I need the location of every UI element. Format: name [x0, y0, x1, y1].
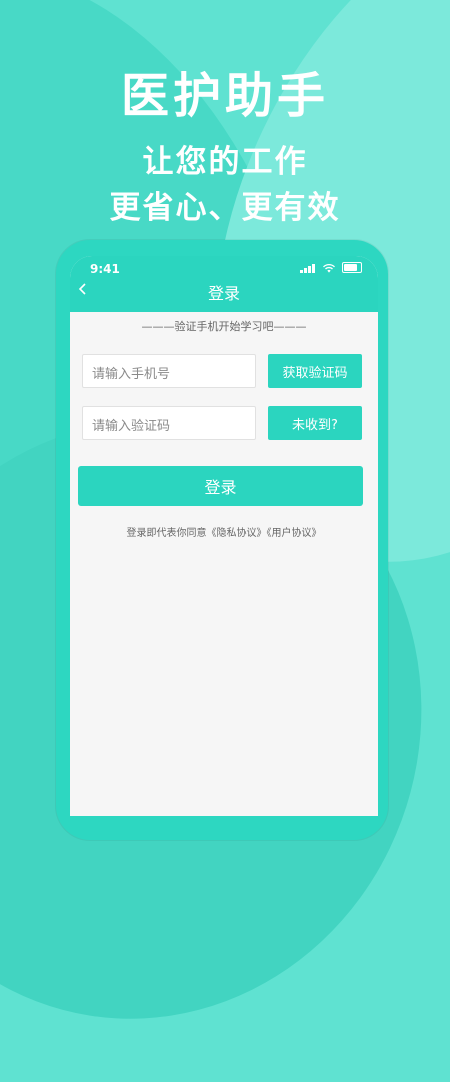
status-time: 9:41	[90, 262, 120, 276]
get-code-button[interactable]: 获取验证码	[268, 354, 362, 388]
phone-input-placeholder: 请输入手机号	[92, 367, 171, 382]
phone-screen: 9:41 登录 ———验证手机开始学习吧——— 请输入手机号 获取验证码 请输入…	[70, 256, 378, 816]
page-title: 登录	[207, 284, 240, 303]
code-input-placeholder: 请输入验证码	[92, 419, 171, 434]
status-icons	[300, 262, 362, 273]
phone-header: 9:41 登录	[70, 256, 378, 312]
promo-subtitle-line2: 更省心、更有效	[109, 190, 341, 226]
not-received-button[interactable]: 未收到?	[268, 406, 362, 440]
code-input[interactable]: 请输入验证码	[82, 406, 256, 440]
battery-icon	[342, 262, 362, 273]
phone-input[interactable]: 请输入手机号	[82, 354, 256, 388]
signal-icon	[300, 263, 316, 273]
wifi-icon	[323, 263, 335, 273]
verify-tip: ———验证手机开始学习吧———	[141, 320, 307, 333]
agreement-text[interactable]: 登录即代表你同意《隐私协议》《用户协议》	[70, 524, 378, 539]
promo-title: 医护助手	[120, 68, 329, 124]
login-button[interactable]: 登录	[78, 466, 363, 506]
promo-subtitle-line1: 让您的工作	[142, 144, 308, 180]
